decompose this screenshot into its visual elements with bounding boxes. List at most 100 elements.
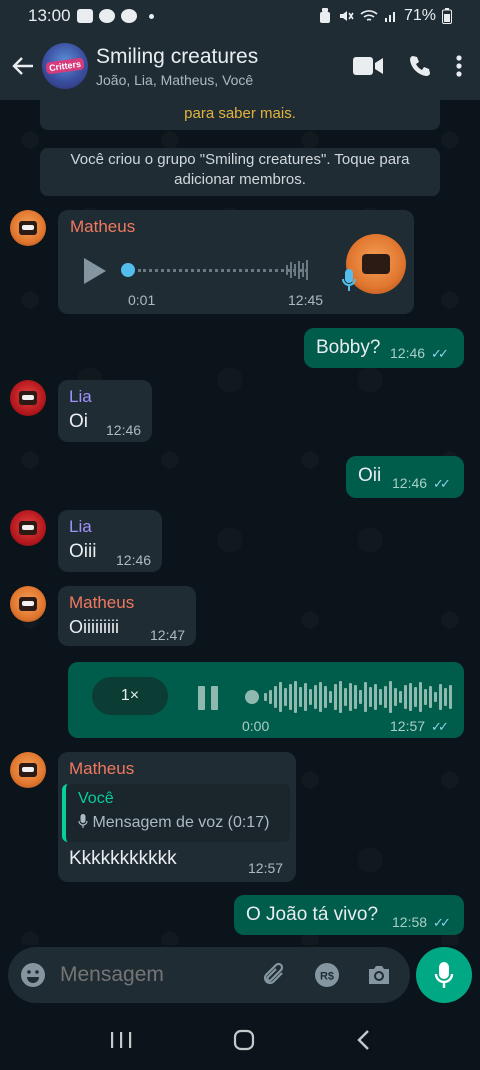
alarm-icon [319, 8, 330, 23]
waveform-bar [314, 685, 317, 709]
message-time: 12:58 [392, 914, 428, 930]
waveform-bar [419, 682, 422, 712]
voice-seek-handle[interactable] [121, 263, 135, 277]
recent-apps-icon[interactable] [110, 1030, 132, 1050]
message-in[interactable]: Lia Oiii 12:46 [58, 510, 162, 572]
group-avatar[interactable]: Critters [42, 43, 88, 89]
message-text: Oii [358, 465, 382, 486]
video-call-icon[interactable] [352, 55, 384, 77]
attach-icon[interactable] [262, 961, 288, 989]
message-text: Oi [69, 411, 88, 432]
message-time: 12:57 [390, 718, 426, 734]
back-arrow-icon[interactable] [10, 53, 36, 79]
playback-speed-button[interactable]: 1× [92, 677, 168, 715]
pinterest-icon [120, 9, 137, 23]
reply-message-in[interactable]: Matheus Você Mensagem de voz (0:17) Kkkk… [58, 752, 296, 882]
message-time: 12:47 [150, 627, 186, 643]
voice-message-out[interactable]: 1× 0:00 12:57 ✓✓ [68, 662, 464, 738]
read-ticks-icon: ✓✓ [431, 346, 449, 361]
mic-badge-icon [342, 269, 356, 291]
sender-name: Lia [69, 517, 92, 536]
waveform-bar [384, 686, 387, 708]
message-time: 12:46 [106, 422, 142, 438]
waveform-bar [294, 681, 297, 713]
back-nav-icon[interactable] [356, 1029, 370, 1051]
waveform-bar [264, 693, 267, 701]
avatar-matheus[interactable] [10, 210, 46, 246]
message-text: Bobby? [316, 337, 381, 358]
group-info[interactable]: Smiling creatures João, Lia, Matheus, Vo… [96, 45, 258, 88]
home-icon[interactable] [233, 1029, 255, 1051]
voice-elapsed: 0:00 [242, 718, 270, 734]
waveform-bar [364, 682, 367, 712]
whatsapp-icon [98, 9, 115, 23]
waveform-bar [374, 684, 377, 710]
waveform-bar [389, 681, 392, 713]
mute-icon [339, 11, 354, 21]
message-text: Oiii [69, 541, 97, 562]
waveform-bar [309, 689, 312, 705]
message-in[interactable]: Matheus Oiiiiiiiii 12:47 [58, 586, 196, 646]
wifi-icon [360, 10, 378, 21]
avatar-matheus[interactable] [10, 586, 46, 622]
encryption-notice[interactable]: para saber mais. [40, 100, 440, 130]
mic-small-icon [78, 814, 88, 828]
play-icon[interactable] [82, 256, 108, 286]
more-options-icon[interactable] [456, 54, 462, 78]
waveform-bar [369, 687, 372, 707]
payment-icon[interactable]: R$ [314, 962, 340, 988]
battery-percent: 71% [403, 7, 436, 24]
waveform-bar [359, 690, 362, 704]
chat-area[interactable]: para saber mais. Você criou o grupo "Smi… [0, 100, 480, 945]
pause-icon[interactable] [196, 684, 220, 712]
avatar-lia[interactable] [10, 510, 46, 546]
waveform-bar [394, 688, 397, 706]
read-ticks-icon: ✓✓ [431, 719, 449, 734]
message-time: 12:46 [390, 345, 426, 361]
message-out[interactable]: Bobby? 12:46 ✓✓ [304, 328, 464, 368]
waveform-bar [339, 681, 342, 713]
quoted-message[interactable]: Você Mensagem de voz (0:17) [62, 784, 290, 842]
waveform-bar [284, 688, 287, 706]
message-in[interactable]: Lia Oi 12:46 [58, 380, 152, 442]
emoji-icon[interactable] [20, 962, 46, 988]
waveform-bar [279, 682, 282, 712]
message-input[interactable] [60, 963, 250, 987]
playback-speed-label: 1× [120, 687, 140, 704]
message-time: 12:46 [116, 552, 152, 568]
voice-call-icon[interactable] [408, 54, 432, 78]
waveform-bar [449, 685, 452, 709]
waveform-bar [324, 686, 327, 708]
message-text: Oiiiiiiiii [69, 617, 119, 637]
group-avatar-logo: Critters [45, 57, 85, 75]
message-out[interactable]: O João tá vivo? 12:58 ✓✓ [234, 895, 464, 935]
waveform-bar [304, 683, 307, 711]
read-ticks-icon: ✓✓ [433, 476, 451, 491]
battery-icon [442, 8, 452, 24]
quote-author: Você [78, 790, 114, 807]
waveform-bar [354, 685, 357, 709]
camera-icon[interactable] [366, 963, 392, 987]
chat-header: Critters Smiling creatures João, Lia, Ma… [0, 32, 480, 100]
waveform-bar [329, 691, 332, 703]
message-composer: R$ [8, 947, 410, 1003]
avatar-lia[interactable] [10, 380, 46, 416]
voice-elapsed: 0:01 [128, 292, 156, 308]
voice-waveform[interactable] [264, 680, 452, 714]
mic-icon [434, 962, 454, 988]
sender-name: Matheus [69, 759, 135, 778]
status-time: 13:00 [28, 6, 71, 25]
waveform-bar [344, 688, 347, 706]
sender-name: Matheus [70, 217, 136, 236]
signal-icon [384, 12, 395, 22]
avatar-matheus[interactable] [10, 752, 46, 788]
group-created-notice[interactable]: Você criou o grupo "Smiling creatures". … [40, 148, 440, 196]
record-voice-button[interactable] [416, 947, 472, 1003]
waveform-bar [274, 686, 277, 708]
voice-seek-handle[interactable] [245, 690, 259, 704]
status-bar: 13:00 71% [0, 0, 480, 32]
message-out[interactable]: Oii 12:46 ✓✓ [346, 456, 464, 498]
voice-message-in[interactable]: Matheus 0:01 12:45 [58, 210, 414, 314]
waveform-bar [334, 684, 337, 710]
encryption-link[interactable]: para saber mais. [40, 104, 440, 124]
